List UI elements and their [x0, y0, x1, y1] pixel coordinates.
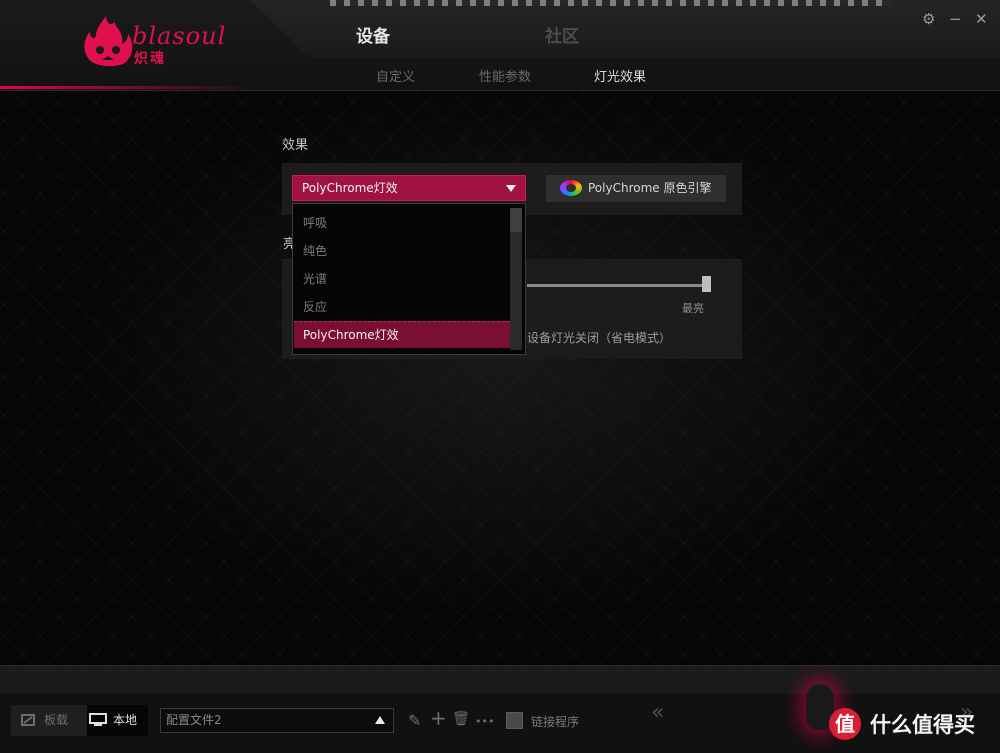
- local-label: 本地: [113, 713, 138, 727]
- dropdown-option-breathing[interactable]: 呼吸: [294, 210, 510, 237]
- chevron-down-icon: [506, 185, 516, 192]
- effect-dropdown-list: 呼吸 纯色 光谱 反应 PolyChrome灯效: [292, 203, 526, 355]
- effect-select-value: PolyChrome灯效: [302, 181, 398, 195]
- dropdown-scrollbar-thumb[interactable]: [510, 208, 522, 232]
- brightness-slider-handle[interactable]: [702, 276, 711, 292]
- storage-toggle: 板载 本地: [11, 705, 148, 736]
- minimize-icon[interactable]: −: [949, 10, 962, 28]
- watermark-text: 什么值得买: [870, 713, 975, 737]
- local-toggle[interactable]: 本地: [87, 705, 148, 736]
- brightness-max-label: 最亮: [682, 302, 704, 315]
- polychrome-icon: [560, 180, 582, 196]
- dropdown-option-reactive[interactable]: 反应: [294, 294, 510, 321]
- subtab-customize[interactable]: 自定义: [376, 66, 415, 85]
- dropdown-scrollbar[interactable]: [510, 208, 522, 350]
- chevron-left-icon[interactable]: «: [651, 700, 664, 725]
- onboard-icon: [21, 714, 35, 726]
- close-icon[interactable]: ✕: [975, 10, 988, 28]
- watermark-badge: 值: [829, 708, 861, 740]
- effect-select[interactable]: PolyChrome灯效: [292, 175, 526, 201]
- edit-profile-icon[interactable]: ✎: [408, 711, 421, 730]
- delete-profile-icon[interactable]: 🗑: [452, 711, 470, 727]
- tab-community[interactable]: 社区: [545, 22, 579, 47]
- brightness-slider-track[interactable]: [527, 284, 707, 287]
- profile-select-value: 配置文件2: [166, 713, 222, 727]
- dropdown-option-solid[interactable]: 纯色: [294, 238, 510, 265]
- gear-icon[interactable]: ⚙: [922, 10, 935, 28]
- header-accent-line: [0, 86, 260, 89]
- power-save-text: 设备灯光关闭（省电模式）: [527, 331, 672, 345]
- polychrome-engine-button[interactable]: PolyChrome 原色引擎: [546, 175, 726, 202]
- dropdown-option-spectrum[interactable]: 光谱: [294, 266, 510, 293]
- onboard-label: 板载: [44, 713, 69, 727]
- more-options-icon[interactable]: •••: [475, 715, 494, 728]
- tab-device[interactable]: 设备: [356, 22, 390, 47]
- subtab-performance[interactable]: 性能参数: [479, 66, 531, 85]
- link-program-label: 链接程序: [531, 715, 580, 729]
- add-profile-icon[interactable]: +: [430, 706, 447, 730]
- app-header: blasoul 炽魂 设备 社区 自定义 性能参数 灯光效果 ⚙ − ✕: [0, 0, 1000, 91]
- subtab-lighting[interactable]: 灯光效果: [594, 66, 646, 85]
- onboard-toggle[interactable]: 板载: [11, 705, 87, 736]
- link-program-checkbox[interactable]: [506, 712, 523, 729]
- brand-chinese-name: 炽魂: [134, 51, 166, 67]
- chevron-up-icon: [375, 716, 385, 724]
- polychrome-engine-label: PolyChrome 原色引擎: [588, 181, 712, 195]
- monitor-icon: [89, 713, 107, 726]
- dropdown-option-polychrome[interactable]: PolyChrome灯效: [294, 321, 510, 348]
- profile-select[interactable]: 配置文件2: [160, 708, 394, 733]
- brand-wordmark: blasoul: [132, 22, 227, 50]
- header-stripe: [330, 0, 890, 6]
- effect-section-label: 效果: [282, 138, 309, 153]
